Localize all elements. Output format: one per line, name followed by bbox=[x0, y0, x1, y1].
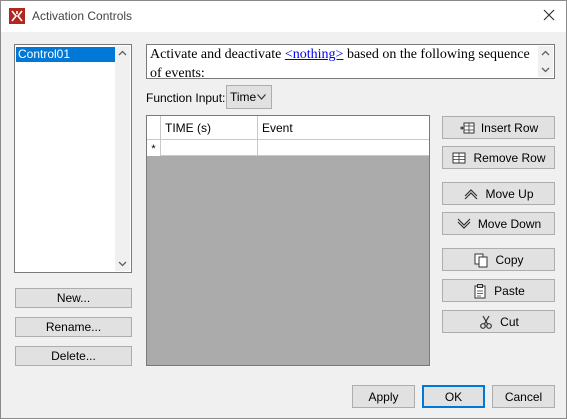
move-up-label: Move Up bbox=[485, 186, 534, 201]
delete-button[interactable]: Delete... bbox=[15, 346, 132, 366]
description-scrollbar[interactable] bbox=[538, 46, 553, 77]
scroll-down-icon[interactable] bbox=[118, 259, 127, 268]
table-row[interactable]: * bbox=[147, 140, 429, 156]
copy-button[interactable]: Copy bbox=[442, 248, 555, 271]
cut-button[interactable]: Cut bbox=[442, 310, 555, 333]
paste-button[interactable]: Paste bbox=[442, 279, 555, 302]
column-header-event[interactable]: Event bbox=[258, 116, 429, 140]
insert-row-icon bbox=[459, 122, 475, 133]
function-input-select[interactable]: Time bbox=[226, 85, 272, 109]
apply-label: Apply bbox=[368, 389, 399, 404]
move-down-icon bbox=[457, 218, 471, 229]
cancel-label: Cancel bbox=[504, 389, 543, 404]
remove-row-label: Remove Row bbox=[473, 150, 546, 165]
app-icon bbox=[9, 8, 25, 24]
cancel-button[interactable]: Cancel bbox=[492, 385, 555, 408]
apply-button[interactable]: Apply bbox=[352, 385, 415, 408]
close-icon[interactable] bbox=[540, 6, 558, 24]
rename-button[interactable]: Rename... bbox=[15, 317, 132, 337]
rename-button-label: Rename... bbox=[45, 320, 102, 334]
column-header-time[interactable]: TIME (s) bbox=[161, 116, 258, 140]
cut-label: Cut bbox=[500, 314, 519, 329]
event-cell[interactable] bbox=[258, 140, 429, 156]
copy-label: Copy bbox=[495, 252, 524, 267]
ok-label: OK bbox=[444, 389, 463, 404]
move-down-button[interactable]: Move Down bbox=[442, 212, 555, 235]
table-corner bbox=[147, 116, 161, 140]
new-button-label: New... bbox=[56, 291, 91, 305]
paste-icon bbox=[474, 283, 486, 298]
description-text: Activate and deactivate <nothing> based … bbox=[146, 44, 555, 81]
scissors-icon bbox=[480, 315, 493, 329]
scroll-up-icon[interactable] bbox=[541, 49, 550, 58]
window-title: Activation Controls bbox=[32, 9, 133, 23]
scroll-down-icon[interactable] bbox=[541, 65, 550, 74]
delete-button-label: Delete... bbox=[51, 349, 96, 363]
new-row-marker: * bbox=[147, 140, 161, 156]
function-input-value: Time bbox=[230, 90, 257, 104]
function-input-label: Function Input: bbox=[146, 91, 226, 105]
time-cell[interactable] bbox=[161, 140, 258, 156]
ok-button[interactable]: OK bbox=[422, 385, 485, 408]
title-bar: Activation Controls bbox=[1, 1, 566, 32]
insert-row-label: Insert Row bbox=[480, 120, 539, 135]
controls-list[interactable]: Control01 bbox=[14, 44, 132, 273]
move-up-button[interactable]: Move Up bbox=[442, 182, 555, 205]
list-item-control01[interactable]: Control01 bbox=[16, 47, 116, 62]
copy-icon bbox=[474, 253, 488, 267]
remove-row-button[interactable]: Remove Row bbox=[442, 146, 555, 169]
remove-row-icon bbox=[452, 152, 466, 163]
target-link[interactable]: <nothing> bbox=[285, 47, 344, 62]
paste-label: Paste bbox=[494, 283, 525, 298]
events-table[interactable]: TIME (s) Event * bbox=[146, 115, 430, 366]
new-button[interactable]: New... bbox=[15, 288, 132, 308]
chevron-down-icon bbox=[257, 94, 266, 100]
move-down-label: Move Down bbox=[477, 216, 542, 231]
insert-row-button[interactable]: Insert Row bbox=[442, 116, 555, 139]
activation-controls-dialog: Activation Controls Control01 New... Ren… bbox=[0, 0, 567, 419]
controls-list-scrollbar[interactable] bbox=[115, 46, 130, 271]
move-up-icon bbox=[465, 188, 478, 199]
table-header: TIME (s) Event bbox=[147, 116, 429, 140]
scroll-up-icon[interactable] bbox=[118, 49, 127, 58]
description-prefix: Activate and deactivate bbox=[150, 47, 282, 62]
